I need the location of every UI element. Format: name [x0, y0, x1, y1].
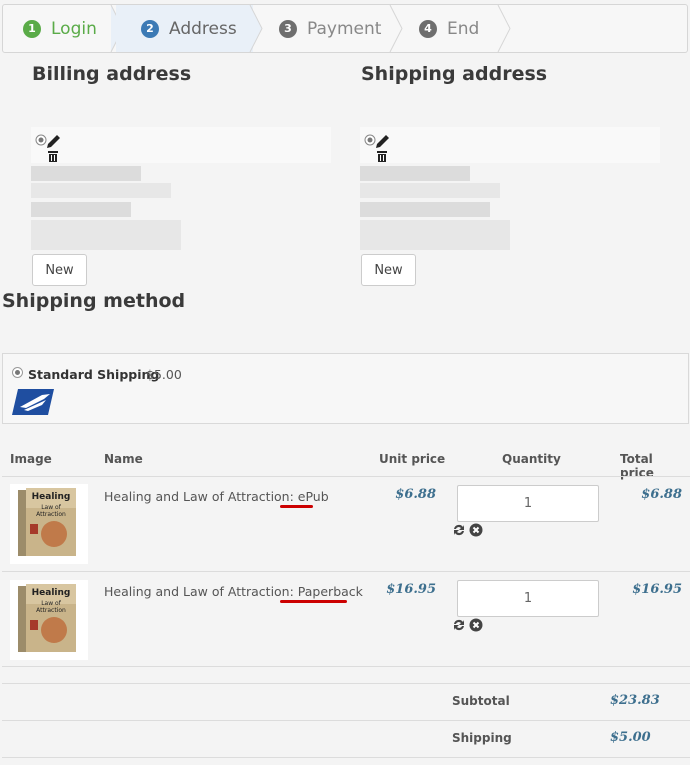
product-image[interactable]: Healing Law of Attraction [10, 484, 88, 564]
subtotal-value: $23.83 [610, 693, 660, 708]
step-number: 4 [419, 19, 437, 38]
radio-icon[interactable] [364, 134, 376, 146]
refresh-icon[interactable] [452, 523, 466, 537]
step-label: Payment [307, 18, 382, 39]
step-payment[interactable]: 3 Payment [255, 5, 395, 52]
checkout-steps: 1 Login 2 Address 3 Payment 4 End [2, 4, 688, 53]
edit-icon[interactable] [376, 135, 389, 148]
unit-price: $16.95 [386, 582, 436, 597]
col-unit-price: Unit price [379, 452, 446, 466]
usps-eagle-icon [12, 389, 54, 415]
chevron-right-icon [497, 5, 511, 52]
shipping-option-name: Standard Shipping [28, 367, 160, 382]
quantity-input[interactable] [457, 485, 599, 522]
cover-subtitle: Attraction [36, 511, 66, 518]
col-image: Image [10, 452, 52, 466]
product-format: Paperback [297, 584, 363, 599]
refresh-icon[interactable] [452, 618, 466, 632]
step-address[interactable]: 2 Address [116, 5, 253, 52]
step-number: 3 [279, 19, 297, 38]
step-end[interactable]: 4 End [395, 5, 505, 52]
trash-icon[interactable] [48, 151, 58, 162]
cover-subtitle: Law of [41, 600, 62, 607]
divider [2, 720, 690, 721]
step-login[interactable]: 1 Login [3, 5, 118, 52]
highlight-underline [280, 505, 313, 508]
highlight-underline [280, 600, 347, 603]
total-price: $6.88 [641, 487, 682, 502]
cover-title: Healing [32, 492, 71, 502]
radio-icon[interactable] [35, 134, 47, 146]
divider [2, 757, 690, 758]
shipping-method-option: Standard Shipping $5.00 [2, 353, 689, 424]
col-quantity: Quantity [502, 452, 561, 466]
edit-icon[interactable] [47, 135, 60, 148]
step-number: 1 [23, 19, 41, 38]
billing-address-card [31, 127, 331, 163]
product-name[interactable]: Healing and Law of Attraction: Paperback [104, 584, 363, 599]
shipping-radio[interactable] [12, 367, 23, 378]
product-name[interactable]: Healing and Law of Attraction: ePub [104, 489, 329, 504]
billing-address-title: Billing address [32, 63, 192, 85]
product-format: ePub [297, 489, 329, 504]
quantity-input[interactable] [457, 580, 599, 617]
address-actions [35, 134, 60, 162]
trash-icon[interactable] [377, 151, 387, 162]
cover-subtitle: Attraction [36, 607, 66, 614]
step-label: Address [169, 18, 237, 39]
remove-icon[interactable] [469, 618, 483, 632]
cover-title: Healing [32, 588, 71, 598]
step-label: End [447, 18, 480, 39]
subtotal-label: Subtotal [452, 694, 510, 708]
step-number: 2 [141, 19, 159, 38]
unit-price: $6.88 [395, 487, 436, 502]
shipping-method-title: Shipping method [2, 290, 186, 312]
cover-subtitle: Law of [41, 504, 62, 511]
book-cover: Healing Law of Attraction [18, 584, 76, 652]
divider [2, 571, 690, 572]
book-cover: Healing Law of Attraction [18, 488, 76, 556]
shipping-address-title: Shipping address [361, 63, 548, 85]
remove-icon[interactable] [469, 523, 483, 537]
total-price: $16.95 [632, 582, 682, 597]
step-label: Login [51, 18, 97, 39]
col-name: Name [104, 452, 143, 466]
shipping-cost-value: $5.00 [610, 730, 651, 745]
billing-new-button[interactable]: New [32, 254, 87, 286]
divider [2, 476, 690, 477]
shipping-cost-label: Shipping [452, 731, 512, 745]
shipping-new-button[interactable]: New [361, 254, 416, 286]
shipping-option-price: $5.00 [146, 367, 182, 382]
divider [2, 683, 690, 684]
product-image[interactable]: Healing Law of Attraction [10, 580, 88, 660]
shipping-address-card [360, 127, 660, 163]
address-actions [364, 134, 389, 162]
divider [2, 666, 690, 667]
